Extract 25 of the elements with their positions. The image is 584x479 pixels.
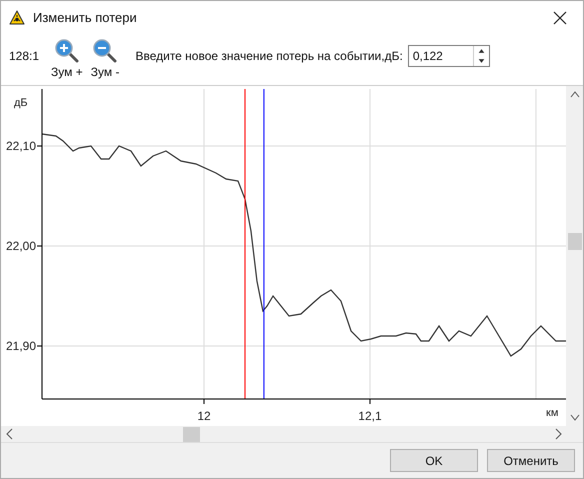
zoom-scale: 128:1 (9, 48, 40, 64)
zoom-out-button[interactable]: Зум - (90, 38, 120, 80)
marker-line[interactable] (263, 88, 264, 400)
x-tick-label: 12 (197, 409, 211, 423)
y-tick-label: 22,00 (6, 239, 36, 253)
zoom-out-icon (93, 38, 118, 62)
scroll-thumb[interactable] (568, 233, 582, 250)
zoom-in-icon (54, 38, 79, 62)
marker-line[interactable] (244, 88, 246, 400)
loss-spin-field[interactable]: 0,122 (408, 44, 490, 66)
close-icon (553, 10, 567, 24)
dialog-button[interactable]: OK (390, 449, 478, 472)
x-tick-label: 12,1 (358, 409, 382, 423)
y-tick-label: 22,10 (6, 139, 36, 153)
y-axis-label: дБ (14, 97, 28, 109)
y-tick-label: 21,90 (6, 339, 36, 353)
dialog-button[interactable]: Отменить (487, 449, 575, 472)
horizontal-scrollbar[interactable] (1, 426, 567, 442)
loss-label: Введите новое значение потерь на событии,дБ: (135, 48, 403, 64)
window-title: Изменить потери (33, 8, 137, 27)
zoom-in-button[interactable]: Зум + (51, 38, 83, 80)
x-axis-label: км (546, 407, 558, 419)
scroll-thumb[interactable] (183, 426, 200, 442)
warning-icon (9, 10, 25, 25)
vertical-scrollbar[interactable] (566, 86, 583, 426)
